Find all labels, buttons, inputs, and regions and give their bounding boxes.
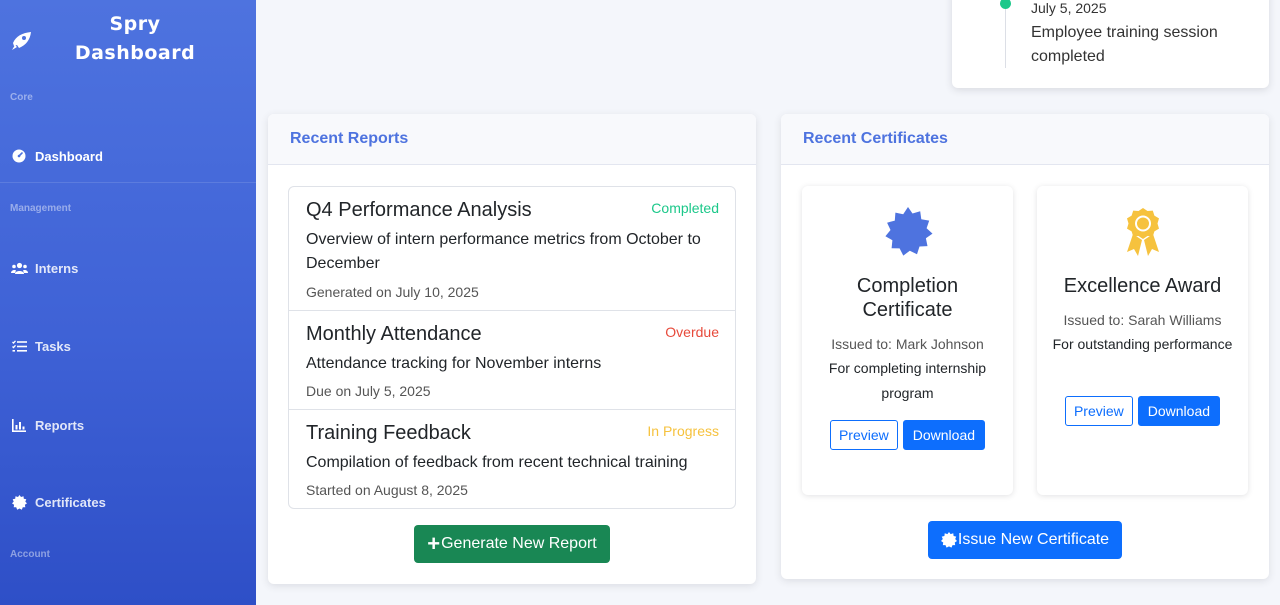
certificate-icon [10, 494, 28, 510]
preview-button[interactable]: Preview [829, 420, 898, 450]
certificate-issued-to: Issued to: Sarah Williams [1063, 312, 1222, 328]
sidebar-item-label: Tasks [35, 338, 71, 354]
sidebar-item-label: Interns [35, 260, 79, 276]
recent-reports-card: Recent Reports Q4 Performance Analysis C… [268, 114, 756, 584]
brand[interactable]: Spry Dashboard [0, 8, 256, 72]
sidebar-item-reports[interactable]: Reports [0, 405, 256, 445]
dashboard-gauge-icon [10, 148, 28, 164]
plus-icon: + [427, 531, 441, 556]
brand-name-line2: Dashboard [74, 42, 196, 64]
report-title: Q4 Performance Analysis [306, 199, 532, 221]
sidebar-item-certificates[interactable]: Certificates [0, 482, 256, 522]
brand-name: Spry Dashboard [60, 10, 210, 68]
timeline-dot [1000, 0, 1011, 9]
report-list: Q4 Performance Analysis Completed Overvi… [288, 186, 736, 509]
download-button[interactable]: Download [1137, 396, 1221, 426]
certificate-description: For outstanding performance [1052, 336, 1233, 352]
issue-certificate-label: Issue New Certificate [957, 531, 1110, 548]
section-heading-account: Account [10, 549, 50, 560]
activity-text: Employee training session completed [1031, 24, 1218, 65]
sidebar-item-label: Reports [35, 417, 85, 433]
certificate-actions: Preview Download [1037, 396, 1248, 426]
rocket-icon [10, 28, 34, 52]
report-meta: Started on August 8, 2025 [306, 482, 468, 498]
activity-date: July 5, 2025 [1031, 0, 1107, 16]
report-status: Completed [651, 200, 719, 216]
chart-bar-icon [10, 417, 28, 433]
sidebar-item-tasks[interactable]: Tasks [0, 326, 256, 366]
report-meta: Due on July 5, 2025 [306, 383, 431, 399]
certificate-title: Excellence Award [1063, 275, 1222, 297]
sidebar-item-label: Dashboard [35, 148, 103, 164]
certificate-issued-to: Issued to: Mark Johnson [831, 336, 984, 352]
tasks-list-icon [10, 338, 28, 354]
sidebar: Spry Dashboard Core Dashboard Management [0, 0, 256, 605]
report-description: Attendance tracking for November interns [306, 355, 602, 372]
award-medal-icon [1037, 206, 1248, 258]
certificate-title: Completion Certificate [856, 275, 959, 321]
sidebar-item-interns[interactable]: Interns [0, 248, 256, 288]
sidebar-item-label: Certificates [35, 494, 106, 510]
certificate-seal-icon [802, 206, 1013, 258]
report-title: Monthly Attendance [306, 323, 482, 345]
timeline-line [1005, 0, 1006, 68]
section-heading-management: Management [10, 203, 72, 214]
recent-reports-header: Recent Reports [268, 114, 756, 165]
report-item[interactable]: Monthly Attendance Overdue Attendance tr… [289, 311, 735, 410]
report-item[interactable]: Q4 Performance Analysis Completed Overvi… [289, 187, 735, 311]
recent-certificates-header: Recent Certificates [781, 114, 1269, 165]
report-description: Compilation of feedback from recent tech… [306, 454, 688, 471]
generate-report-button[interactable]: + Generate New Report [414, 525, 610, 563]
report-title: Training Feedback [306, 422, 471, 444]
activity-card: July 5, 2025 Employee training session c… [952, 0, 1269, 88]
report-meta: Generated on July 10, 2025 [306, 284, 479, 300]
sidebar-divider [0, 182, 256, 183]
report-status: In Progress [647, 423, 719, 439]
report-status: Overdue [665, 324, 719, 340]
section-heading-core: Core [10, 92, 33, 103]
certificate-card: Excellence Award Issued to: Sarah Willia… [1037, 186, 1248, 495]
certificate-icon [940, 532, 957, 548]
certificate-card: Completion Certificate Issued to: Mark J… [802, 186, 1013, 495]
certificate-actions: Preview Download [802, 420, 1013, 450]
sidebar-item-dashboard[interactable]: Dashboard [0, 136, 256, 176]
preview-button[interactable]: Preview [1064, 396, 1133, 426]
brand-name-line1: Spry [109, 13, 161, 35]
generate-report-label: Generate New Report [441, 535, 597, 552]
recent-certificates-card: Recent Certificates Completion Certifica… [781, 114, 1269, 579]
certificate-description: For completing internship program [828, 360, 987, 401]
report-description: Overview of intern performance metrics f… [306, 231, 701, 272]
users-icon [10, 260, 28, 276]
report-item[interactable]: Training Feedback In Progress Compilatio… [289, 410, 735, 508]
issue-certificate-button[interactable]: Issue New Certificate [928, 521, 1122, 559]
download-button[interactable]: Download [902, 420, 986, 450]
